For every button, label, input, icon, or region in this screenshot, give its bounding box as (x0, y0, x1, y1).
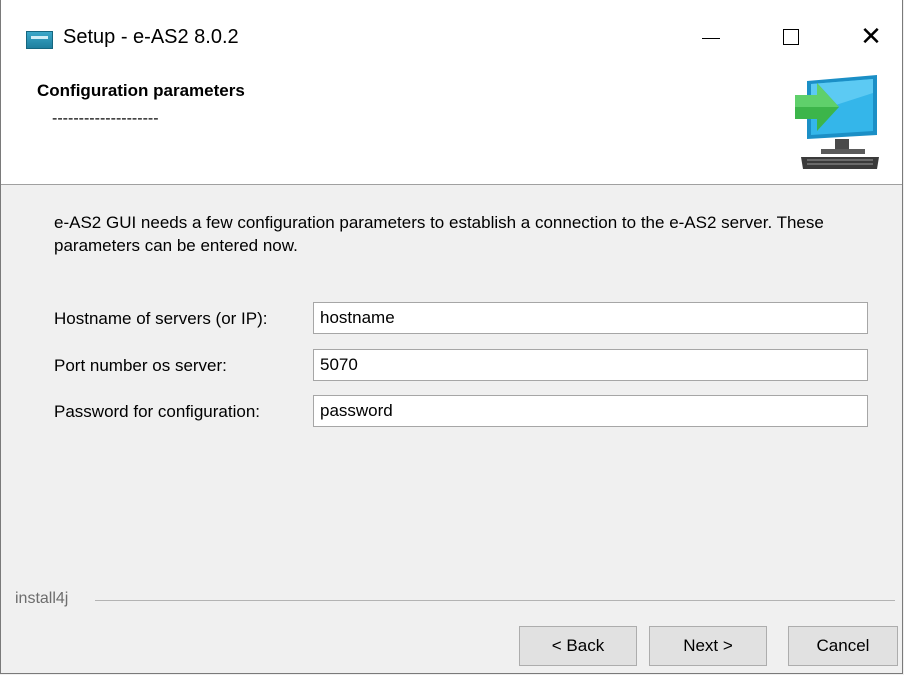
app-icon (26, 31, 53, 49)
page-title: Configuration parameters (37, 81, 245, 100)
minimize-icon (702, 37, 720, 39)
monitor-arrow-icon (795, 75, 879, 169)
next-button[interactable]: Next > (649, 626, 767, 666)
brand-label: install4j (15, 590, 79, 608)
close-button[interactable]: ✕ (841, 14, 901, 60)
wizard-header: Configuration parameters ---------------… (1, 60, 902, 185)
maximize-button[interactable] (761, 14, 821, 60)
port-label: Port number os server: (54, 356, 227, 375)
maximize-icon (783, 29, 799, 45)
minimize-button[interactable] (681, 14, 741, 60)
title-bar[interactable]: Setup - e-AS2 8.0.2 ✕ (1, 0, 902, 60)
close-icon: ✕ (860, 22, 882, 52)
window-title: Setup - e-AS2 8.0.2 (63, 26, 239, 48)
password-input[interactable] (313, 395, 868, 427)
cancel-button[interactable]: Cancel (788, 626, 898, 666)
page-subtitle: -------------------- (52, 110, 159, 127)
port-input[interactable] (313, 349, 868, 381)
intro-text: e-AS2 GUI needs a few configuration para… (54, 213, 824, 255)
setup-window: Setup - e-AS2 8.0.2 ✕ Configuration para… (0, 0, 903, 674)
back-button[interactable]: < Back (519, 626, 637, 666)
password-label: Password for configuration: (54, 402, 260, 421)
footer-separator (95, 600, 895, 601)
hostname-label: Hostname of servers (or IP): (54, 309, 268, 328)
hostname-input[interactable] (313, 302, 868, 334)
